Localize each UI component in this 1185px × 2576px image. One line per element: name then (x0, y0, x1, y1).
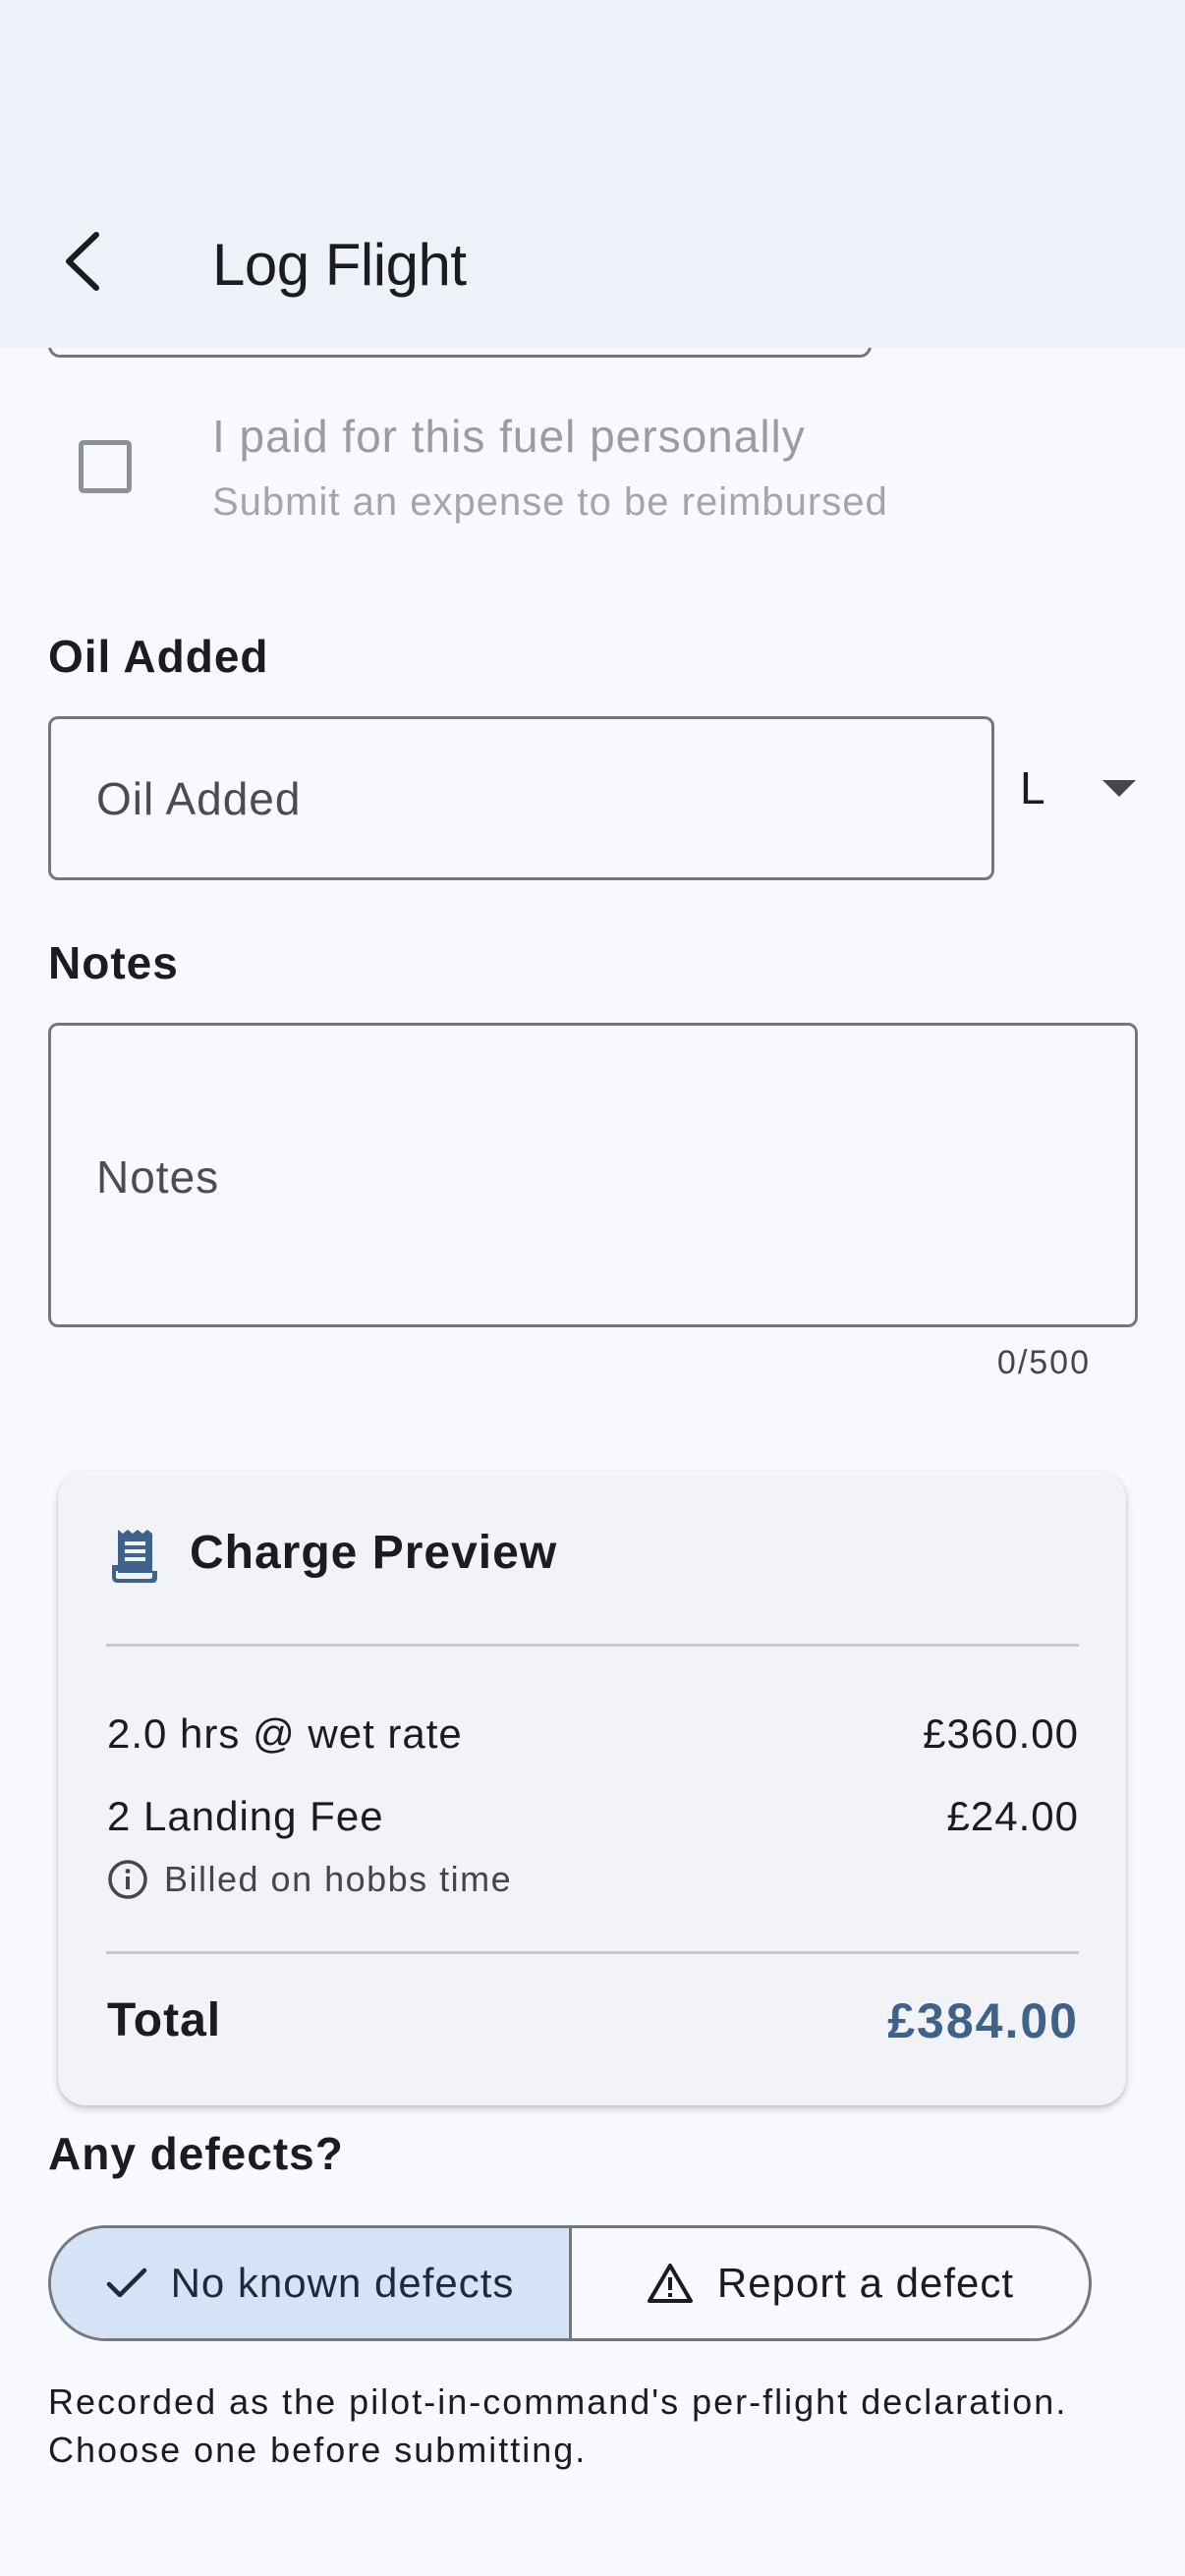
card-divider (106, 1951, 1079, 1954)
billing-info-row: Billed on hobbs time (107, 1857, 512, 1902)
notes-section-label: Notes (48, 937, 179, 988)
fuel-personal-label: I paid for this fuel personally (212, 411, 806, 462)
warning-icon (647, 2264, 693, 2303)
defects-section-label: Any defects? (48, 2128, 344, 2179)
page-title: Log Flight (212, 232, 467, 298)
charge-line-amount: £24.00 (946, 1793, 1079, 1839)
charge-preview-card: Charge Preview 2.0 hrs @ wet rate £360.0… (58, 1471, 1126, 2105)
notes-character-counter: 0/500 (996, 1344, 1091, 1381)
fuel-personal-sublabel: Submit an expense to be reimbursed (212, 480, 888, 524)
report-defect-label: Report a defect (716, 2260, 1015, 2306)
dropdown-caret-icon (1102, 780, 1136, 797)
info-icon (108, 1860, 147, 1899)
notes-input[interactable] (48, 1023, 1138, 1327)
card-divider (106, 1644, 1079, 1647)
fuel-personal-checkbox[interactable] (79, 440, 132, 493)
total-label: Total (107, 1994, 222, 2046)
no-known-defects-label: No known defects (170, 2260, 515, 2306)
charge-line-label: 2.0 hrs @ wet rate (107, 1710, 463, 1757)
oil-added-input[interactable] (48, 716, 994, 880)
charge-preview-title: Charge Preview (190, 1527, 558, 1579)
oil-unit-value: L (1020, 762, 1045, 813)
no-known-defects-button[interactable]: No known defects (51, 2228, 572, 2338)
charge-line-label: 2 Landing Fee (107, 1793, 384, 1839)
charge-line-amount: £360.00 (923, 1710, 1079, 1757)
check-icon (106, 2268, 146, 2298)
oil-added-section-label: Oil Added (48, 631, 269, 682)
defects-segmented-control: No known defects Report a defect (48, 2225, 1092, 2341)
back-arrow-icon (66, 232, 99, 291)
oil-unit-select[interactable]: L (1006, 749, 1154, 827)
billing-info-text: Billed on hobbs time (164, 1859, 513, 1899)
back-button[interactable] (39, 218, 126, 305)
top-app-bar: Log Flight (0, 0, 1185, 348)
receipt-icon (112, 1530, 157, 1583)
report-defect-button[interactable]: Report a defect (572, 2228, 1089, 2338)
total-amount: £384.00 (887, 1993, 1079, 2048)
defect-declaration-text: Recorded as the pilot-in-command's per-f… (48, 2381, 1068, 2470)
